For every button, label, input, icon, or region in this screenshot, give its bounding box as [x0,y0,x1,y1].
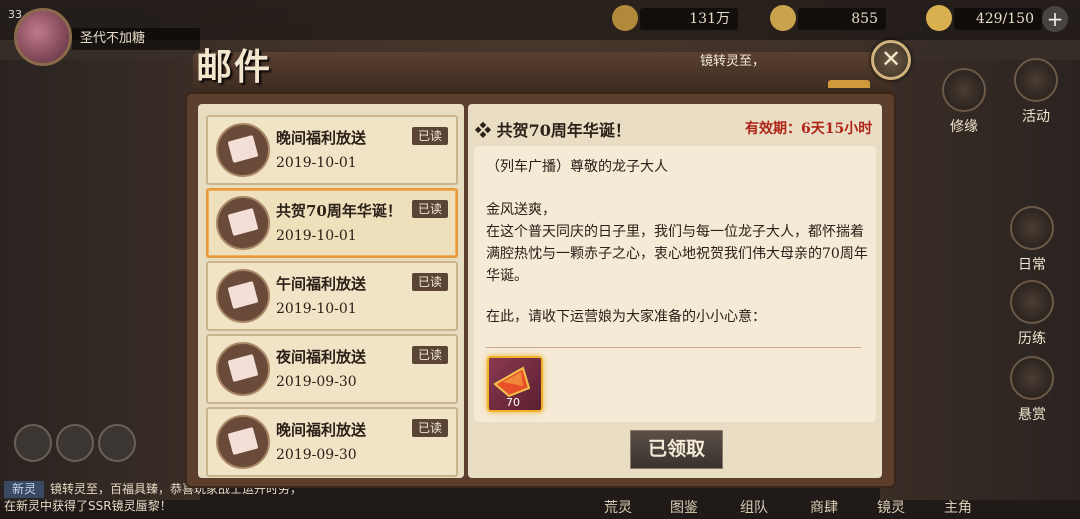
mail-item[interactable]: 午间福利放送 2019-10-01 已读 [206,261,458,331]
detail-line: 在此，请收下运营娘为大家准备的小小心意： [486,309,766,325]
read-badge: 已读 [412,273,448,291]
mail-header-bar [193,52,893,94]
mail-item-date: 2019-09-30 [276,447,357,463]
claimed-button[interactable]: 已领取 [630,430,723,469]
mail-item-title: 晚间福利放送 [276,129,367,147]
mail-item-title: 共贺70周年华诞！ [276,202,402,220]
chat-button[interactable] [56,424,94,462]
detail-line: 金风送爽， [486,202,556,218]
detail-line: 在这个普天同庆的日子里，我们与每一位龙子大人，都怀揣着 [486,224,864,240]
mail-list: 晚间福利放送 2019-10-01 已读 共贺70周年华诞！ 2019-10-0… [198,104,464,478]
side-menu-label: 历练 [1018,331,1046,347]
detail-line: 满腔热忱与一颗赤子之心，衷心地祝贺我们伟大母亲的70周年 [486,246,868,262]
read-badge: 已读 [412,419,448,437]
side-menu-training[interactable]: 历练 [1002,280,1062,348]
mail-title: 邮件 [196,46,273,88]
mail-item[interactable]: 晚间福利放送 2019-09-30 已读 [206,407,458,477]
player-name: 圣代不加糖 [72,28,200,50]
envelope-icon [216,269,270,323]
activity-icon [1014,58,1058,102]
stamina-amount: 429/150 [954,8,1042,30]
side-menu-bounty[interactable]: 悬赏 [1002,356,1062,424]
coin-icon [612,5,638,31]
friends-button[interactable] [14,424,52,462]
mail-item-title: 午间福利放送 [276,275,367,293]
mail-item[interactable]: 晚间福利放送 2019-10-01 已读 [206,115,458,185]
read-badge: 已读 [412,200,448,218]
player-avatar[interactable] [14,8,72,66]
bottom-menu-tujian[interactable]: 图鉴 [670,497,698,517]
side-menu-activity[interactable]: 活动 [1006,58,1066,126]
envelope-icon [216,342,270,396]
mail-item-date: 2019-10-01 [276,155,357,171]
envelope-icon [216,415,270,469]
mail-item-selected[interactable]: 共贺70周年华诞！ 2019-10-01 已读 [206,188,458,258]
close-button[interactable]: ✕ [871,40,911,80]
coin-amount: 131万 [640,8,738,30]
side-menu-label: 日常 [1018,257,1046,273]
detail-line: 华诞。 [486,268,528,284]
notes-button[interactable] [98,424,136,462]
broadcast-marquee: 镜转灵至， [700,54,766,69]
stamina-icon [926,5,952,31]
detail-line: （列车广播）尊敬的龙子大人 [486,159,668,175]
read-badge: 已读 [412,127,448,145]
validity-label: 有效期：6天15小时 [745,121,873,137]
xiuyuan-icon [942,68,986,112]
mail-item-title: 晚间福利放送 [276,421,367,439]
daily-icon [1010,206,1054,250]
reward-count: 70 [506,396,520,409]
mail-item-title: 夜间福利放送 [276,348,367,366]
add-stamina-button[interactable]: + [1042,6,1068,32]
training-icon [1010,280,1054,324]
chat-ticker[interactable]: 新灵 镜转灵至，百福具臻，恭喜玩家战士运开时劳， 在新灵中获得了SSR镜灵蜃黎！ [4,481,302,515]
detail-title: ❖ 共贺70周年华诞！ [475,121,631,140]
side-menu-label: 悬赏 [1018,407,1046,423]
side-menu-label: 修缘 [950,119,978,135]
mail-item-date: 2019-10-01 [276,228,357,244]
envelope-icon [216,123,270,177]
chat-channel-tag: 新灵 [4,481,45,498]
bottom-menu-team[interactable]: 组队 [740,497,768,517]
side-menu-daily[interactable]: 日常 [1002,206,1062,274]
envelope-icon [216,196,270,250]
bounty-icon [1010,356,1054,400]
swirl-currency-icon [770,5,796,31]
mail-item-date: 2019-09-30 [276,374,357,390]
detail-title-text: 共贺70周年华诞！ [496,121,631,140]
side-menu-xiuyuan[interactable]: 修缘 [934,68,994,136]
header-accent [828,80,870,88]
bottom-menu-hero[interactable]: 主角 [944,497,972,517]
mail-item[interactable]: 夜间福利放送 2019-09-30 已读 [206,334,458,404]
side-menu-label: 活动 [1022,109,1050,125]
bottom-menu-shop[interactable]: 商肆 [810,497,838,517]
bottom-menu-huangling[interactable]: 荒灵 [604,497,632,517]
mail-item-date: 2019-10-01 [276,301,357,317]
attachment-divider [486,347,861,348]
player-level: 33 [8,8,22,21]
read-badge: 已读 [412,346,448,364]
chat-line-2: 在新灵中获得了SSR镜灵蜃黎！ [4,499,172,513]
swirl-currency-amount: 855 [798,8,886,30]
bottom-menu-jingling[interactable]: 镜灵 [877,497,905,517]
